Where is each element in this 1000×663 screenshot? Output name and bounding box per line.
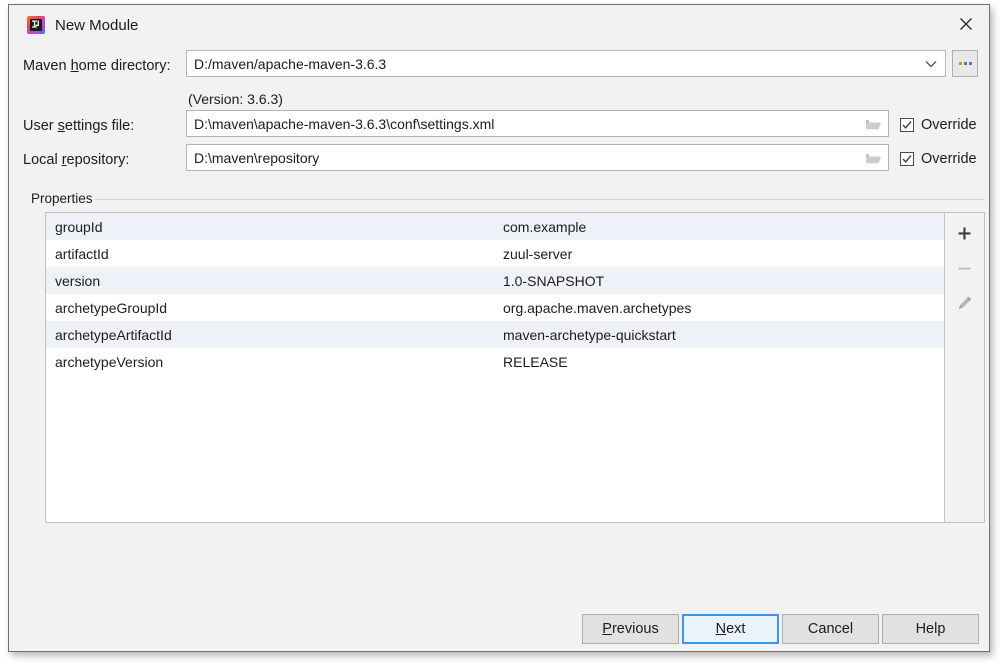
checkbox-box: [900, 118, 914, 132]
local-repository-field[interactable]: D:\maven\repository: [186, 144, 889, 171]
pencil-icon[interactable]: [952, 291, 978, 315]
user-settings-value: D:\maven\apache-maven-3.6.3\conf\setting…: [187, 116, 858, 132]
next-button[interactable]: Next: [682, 614, 779, 644]
property-value: zuul-server: [501, 246, 944, 262]
property-key: archetypeVersion: [46, 354, 501, 370]
previous-label-mnemonic: P: [602, 621, 612, 637]
table-row[interactable]: artifactIdzuul-server: [46, 240, 944, 267]
properties-group-separator: [95, 199, 985, 200]
table-row[interactable]: groupIdcom.example: [46, 213, 944, 240]
previous-button[interactable]: Previous: [582, 614, 679, 644]
properties-toolbar: [944, 213, 984, 522]
help-button[interactable]: Help: [882, 614, 979, 644]
user-settings-field[interactable]: D:\maven\apache-maven-3.6.3\conf\setting…: [186, 110, 889, 137]
dialog-title: New Module: [55, 16, 138, 35]
property-value: 1.0-SNAPSHOT: [501, 273, 944, 289]
property-key: groupId: [46, 219, 501, 235]
maven-version-note: (Version: 3.6.3): [188, 91, 283, 107]
properties-panel: groupIdcom.exampleartifactIdzuul-serverv…: [45, 212, 985, 523]
maven-home-label-post: ome directory:: [79, 58, 171, 74]
property-key: archetypeArtifactId: [46, 327, 501, 343]
table-row[interactable]: archetypeArtifactIdmaven-archetype-quick…: [46, 321, 944, 348]
local-repository-override-checkbox[interactable]: Override: [900, 151, 977, 167]
maven-home-label-mnemonic: h: [71, 58, 79, 74]
table-row[interactable]: archetypeVersionRELEASE: [46, 348, 944, 375]
override-label: Override: [921, 151, 977, 167]
table-row[interactable]: version1.0-SNAPSHOT: [46, 267, 944, 294]
folder-icon[interactable]: [858, 151, 888, 165]
maven-home-label-pre: Maven: [23, 58, 71, 74]
chevron-down-icon[interactable]: [917, 60, 945, 68]
maven-home-browse-button[interactable]: [952, 50, 978, 77]
intellij-idea-icon: [27, 16, 45, 34]
cancel-button[interactable]: Cancel: [782, 614, 879, 644]
property-value: org.apache.maven.archetypes: [501, 300, 944, 316]
properties-group-label: Properties: [31, 191, 100, 206]
minus-icon: [952, 256, 978, 280]
properties-table[interactable]: groupIdcom.exampleartifactIdzuul-serverv…: [46, 213, 944, 522]
close-icon[interactable]: [943, 5, 989, 43]
user-settings-override-checkbox[interactable]: Override: [900, 117, 977, 133]
property-value: maven-archetype-quickstart: [501, 327, 944, 343]
property-key: artifactId: [46, 246, 501, 262]
maven-home-combobox[interactable]: D:/maven/apache-maven-3.6.3: [186, 50, 946, 77]
user-settings-label: User settings file:: [23, 117, 134, 135]
local-repository-value: D:\maven\repository: [187, 150, 858, 166]
override-label: Override: [921, 117, 977, 133]
local-repository-label: Local repository:: [23, 151, 129, 169]
maven-home-value: D:/maven/apache-maven-3.6.3: [187, 56, 917, 72]
property-value: com.example: [501, 219, 944, 235]
property-key: archetypeGroupId: [46, 300, 501, 316]
property-key: version: [46, 273, 501, 289]
screen: New Module Maven home directory: D:/mave…: [0, 0, 1000, 663]
dialog-titlebar: New Module: [9, 5, 989, 46]
new-module-dialog: New Module Maven home directory: D:/mave…: [8, 4, 990, 652]
local-repository-label-pre: Local: [23, 152, 62, 168]
checkbox-box: [900, 152, 914, 166]
user-settings-label-post: ettings file:: [65, 118, 134, 134]
maven-home-label: Maven home directory:: [23, 57, 171, 75]
user-settings-label-mnemonic: s: [58, 118, 65, 134]
next-label-mnemonic: N: [716, 621, 726, 637]
user-settings-label-pre: User: [23, 118, 58, 134]
local-repository-label-post: epository:: [67, 152, 130, 168]
previous-label-post: revious: [612, 621, 659, 637]
table-row[interactable]: archetypeGroupIdorg.apache.maven.archety…: [46, 294, 944, 321]
folder-icon[interactable]: [858, 117, 888, 131]
plus-icon[interactable]: [952, 221, 978, 245]
property-value: RELEASE: [501, 354, 944, 370]
next-label-post: ext: [726, 621, 745, 637]
